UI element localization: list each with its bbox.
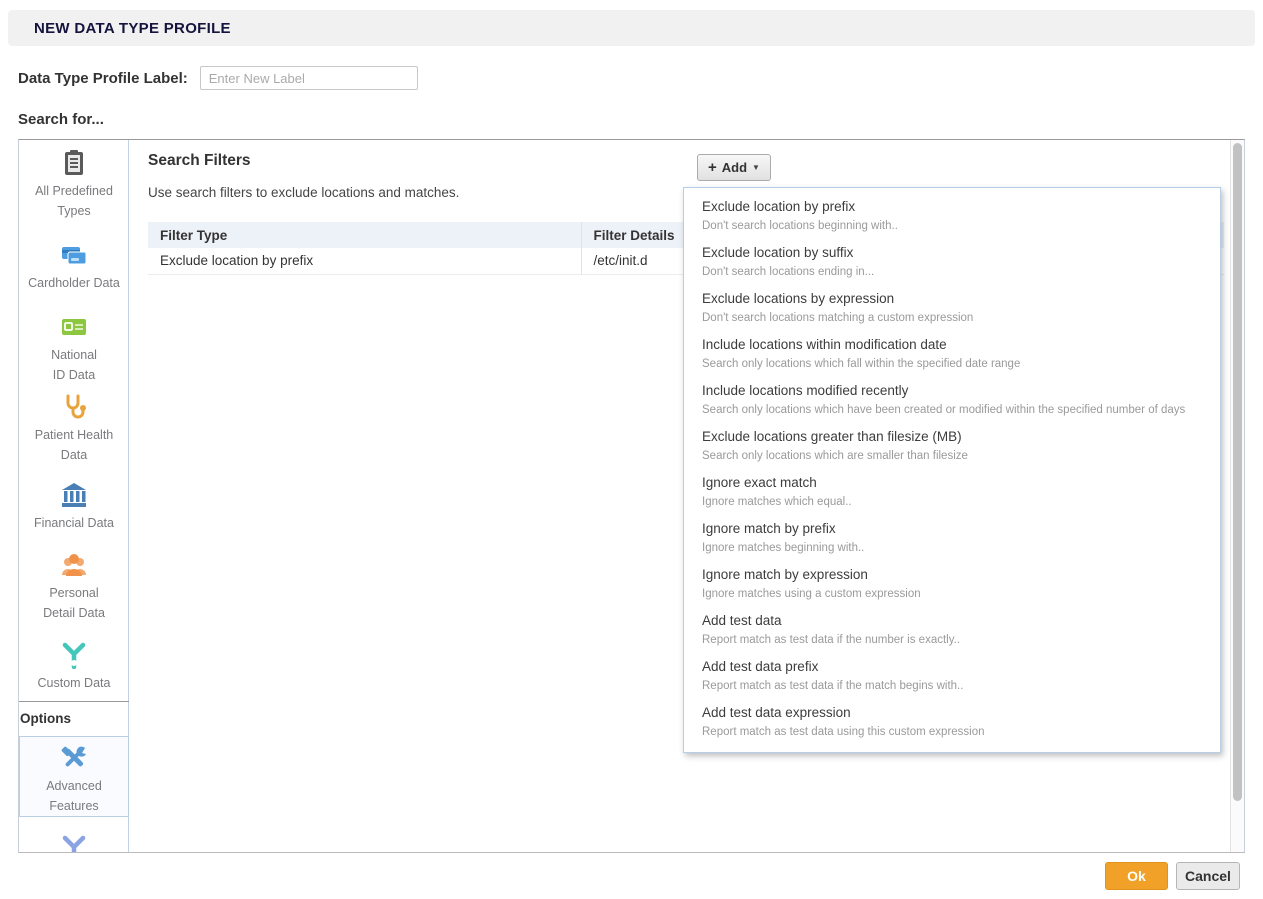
search-for-heading: Search for... <box>18 111 104 128</box>
chevron-down-icon: ▼ <box>752 163 760 172</box>
menu-item-title: Add test data expression <box>702 704 1206 722</box>
add-filter-dropdown-menu: Exclude location by prefix Don't search … <box>683 187 1221 753</box>
menu-item-title: Ignore match by expression <box>702 566 1206 584</box>
sidebar-item-national-id-data[interactable]: National ID Data <box>19 313 129 385</box>
sidebar-item-label: National ID Data <box>19 345 129 385</box>
sidebar-item-cardholder-data[interactable]: Cardholder Data <box>19 241 129 293</box>
menu-item-subtitle: Don't search locations matching a custom… <box>702 311 1206 326</box>
stethoscope-icon <box>60 393 88 421</box>
people-icon <box>60 551 88 579</box>
page-title: NEW DATA TYPE PROFILE <box>34 20 231 37</box>
branch-icon-blue <box>60 834 88 853</box>
clipboard-icon <box>60 149 88 177</box>
vertical-scrollbar-thumb[interactable] <box>1233 143 1242 801</box>
menu-item-exclude-location-by-suffix[interactable]: Exclude location by suffix Don't search … <box>684 240 1220 286</box>
menu-item-subtitle: Search only locations which have been cr… <box>702 403 1206 418</box>
sidebar-item-label: Cardholder Data <box>19 273 129 293</box>
credit-cards-icon <box>60 241 88 269</box>
cancel-button[interactable]: Cancel <box>1176 862 1240 890</box>
menu-item-title: Ignore exact match <box>702 474 1206 492</box>
sidebar-item-advanced-features[interactable]: Advanced Features <box>19 736 129 817</box>
menu-item-subtitle: Report match as test data if the match b… <box>702 679 1206 694</box>
sidebar-item-label: Personal Detail Data <box>19 583 129 623</box>
menu-item-add-test-data-prefix[interactable]: Add test data prefix Report match as tes… <box>684 654 1220 700</box>
menu-item-title: Exclude location by prefix <box>702 198 1206 216</box>
menu-item-exclude-location-by-prefix[interactable]: Exclude location by prefix Don't search … <box>684 194 1220 240</box>
menu-item-subtitle: Report match as test data using this cus… <box>702 725 1206 740</box>
filter-type-cell: Exclude location by prefix <box>148 248 581 274</box>
vertical-scrollbar-track[interactable] <box>1230 140 1244 852</box>
menu-item-include-locations-modified-recently[interactable]: Include locations modified recently Sear… <box>684 378 1220 424</box>
profile-label: Data Type Profile Label: <box>18 70 188 87</box>
id-card-icon <box>60 313 88 341</box>
menu-item-exclude-locations-by-expression[interactable]: Exclude locations by expression Don't se… <box>684 286 1220 332</box>
menu-item-subtitle: Don't search locations ending in... <box>702 265 1206 280</box>
search-filters-title: Search Filters <box>148 152 251 170</box>
column-header-filter-type: Filter Type <box>148 222 581 248</box>
menu-item-subtitle: Ignore matches which equal.. <box>702 495 1206 510</box>
options-heading: Options <box>20 711 71 726</box>
menu-item-title: Add test data <box>702 612 1206 630</box>
menu-item-title: Include locations modified recently <box>702 382 1206 400</box>
menu-item-add-test-data-expression[interactable]: Add test data expression Report match as… <box>684 700 1220 746</box>
bank-icon <box>60 481 88 509</box>
menu-item-subtitle: Report match as test data if the number … <box>702 633 1206 648</box>
sidebar-item-label: All Predefined Types <box>19 181 129 221</box>
menu-item-subtitle: Don't search locations beginning with.. <box>702 219 1206 234</box>
branch-icon <box>60 641 88 669</box>
page-header: NEW DATA TYPE PROFILE <box>8 10 1255 46</box>
menu-item-subtitle: Ignore matches using a custom expression <box>702 587 1206 602</box>
menu-item-ignore-exact-match[interactable]: Ignore exact match Ignore matches which … <box>684 470 1220 516</box>
profile-label-input[interactable] <box>200 66 418 90</box>
menu-item-include-locations-within-modification-date[interactable]: Include locations within modification da… <box>684 332 1220 378</box>
add-filter-button[interactable]: + Add ▼ <box>697 154 771 181</box>
options-divider <box>19 701 129 702</box>
menu-item-title: Ignore match by prefix <box>702 520 1206 538</box>
sidebar-item-label: Financial Data <box>19 513 129 533</box>
menu-item-subtitle: Search only locations which are smaller … <box>702 449 1206 464</box>
menu-item-title: Exclude locations by expression <box>702 290 1206 308</box>
add-button-label: Add <box>722 160 747 175</box>
sidebar-item-label: Advanced Features <box>20 776 128 816</box>
menu-item-title: Add test data prefix <box>702 658 1206 676</box>
profile-label-row: Data Type Profile Label: <box>18 66 418 90</box>
menu-item-title: Include locations within modification da… <box>702 336 1206 354</box>
data-type-sidebar: All Predefined Types Cardholder Data Nat… <box>19 140 129 852</box>
search-filters-description: Use search filters to exclude locations … <box>148 185 459 200</box>
sidebar-item-custom-data[interactable]: Custom Data <box>19 641 129 693</box>
menu-item-title: Exclude locations greater than filesize … <box>702 428 1206 446</box>
plus-icon: + <box>708 159 717 176</box>
menu-item-subtitle: Search only locations which fall within … <box>702 357 1206 372</box>
sidebar-item-financial-data[interactable]: Financial Data <box>19 481 129 533</box>
menu-item-exclude-locations-greater-than-filesize[interactable]: Exclude locations greater than filesize … <box>684 424 1220 470</box>
tools-icon <box>60 744 88 772</box>
sidebar-item-patient-health-data[interactable]: Patient Health Data <box>19 393 129 465</box>
menu-item-title: Exclude location by suffix <box>702 244 1206 262</box>
sidebar-item-personal-detail-data[interactable]: Personal Detail Data <box>19 551 129 623</box>
menu-item-subtitle: Ignore matches beginning with.. <box>702 541 1206 556</box>
sidebar-item-all-predefined-types[interactable]: All Predefined Types <box>19 149 129 221</box>
menu-item-ignore-match-by-expression[interactable]: Ignore match by expression Ignore matche… <box>684 562 1220 608</box>
sidebar-item-label: Patient Health Data <box>19 425 129 465</box>
menu-item-add-test-data[interactable]: Add test data Report match as test data … <box>684 608 1220 654</box>
ok-button[interactable]: Ok <box>1105 862 1168 890</box>
sidebar-item-label: Custom Data <box>19 673 129 693</box>
sidebar-item-partial[interactable] <box>19 834 129 853</box>
menu-item-ignore-match-by-prefix[interactable]: Ignore match by prefix Ignore matches be… <box>684 516 1220 562</box>
